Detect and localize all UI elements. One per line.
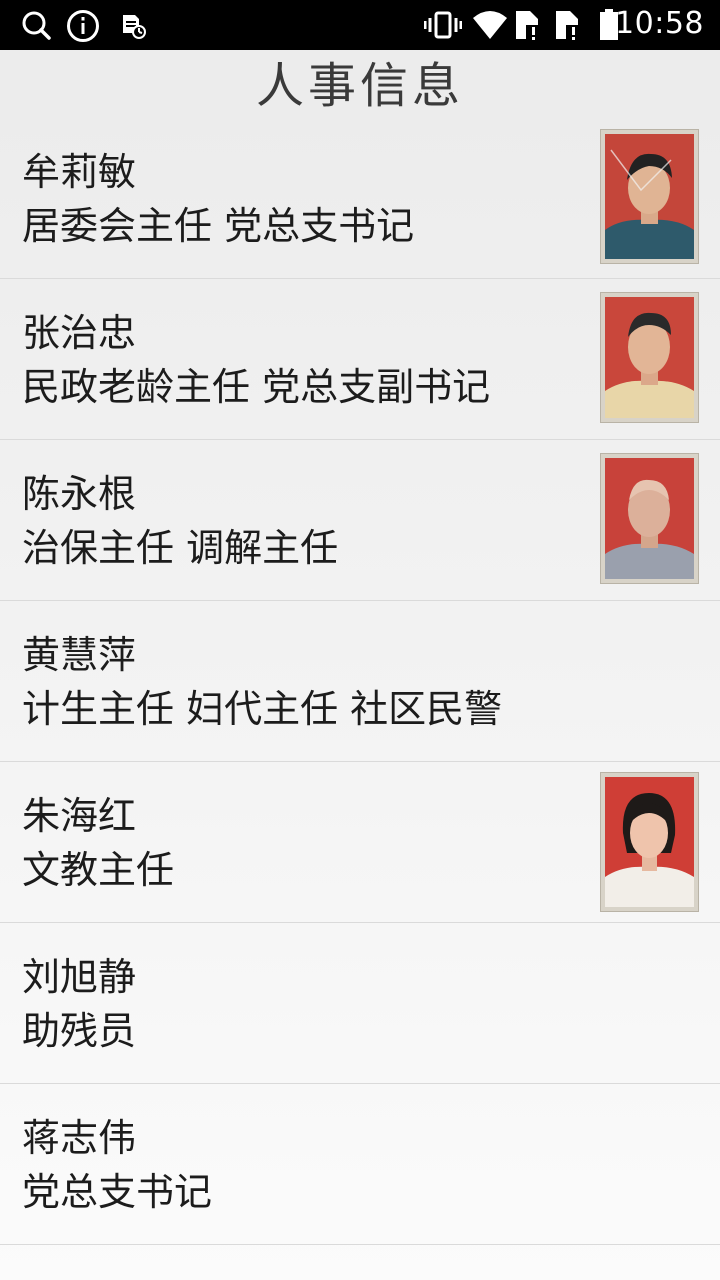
list-item[interactable]: 牟莉敏 居委会主任 党总支书记 <box>0 118 720 279</box>
person-photo <box>600 292 699 423</box>
person-role: 治保主任 调解主任 <box>22 526 339 570</box>
list-item[interactable]: 黄慧萍 计生主任 妇代主任 社区民警 <box>0 601 720 762</box>
person-role: 计生主任 妇代主任 社区民警 <box>22 687 503 731</box>
search-icon <box>20 9 52 45</box>
person-name: 蒋志伟 <box>22 1116 137 1160</box>
person-role: 党总支书记 <box>22 1170 213 1214</box>
info-icon <box>66 9 100 47</box>
person-name: 张治忠 <box>22 311 137 355</box>
status-bar: 10:58 <box>0 0 720 50</box>
person-name: 朱海红 <box>22 794 137 838</box>
list-item[interactable]: 刘旭静 助残员 <box>0 923 720 1084</box>
sd-card-icon <box>120 13 146 43</box>
person-name: 黄慧萍 <box>22 633 137 677</box>
person-name: 陈永根 <box>22 472 137 516</box>
list-item[interactable]: 蒋志伟 党总支书记 <box>0 1084 720 1245</box>
list-item[interactable]: 张治忠 民政老龄主任 党总支副书记 <box>0 279 720 440</box>
vibrate-icon <box>423 10 463 44</box>
wifi-icon <box>472 10 508 44</box>
personnel-list: 牟莉敏 居委会主任 党总支书记 张治忠 民政老龄主任 党总支副书记 陈永根 治保… <box>0 118 720 1245</box>
page-title: 人事信息 <box>255 58 464 114</box>
sim2-icon <box>552 9 584 47</box>
person-photo <box>600 129 699 264</box>
person-role: 民政老龄主任 党总支副书记 <box>22 365 491 409</box>
person-role: 助残员 <box>22 1009 137 1053</box>
list-item[interactable]: 朱海红 文教主任 <box>0 762 720 923</box>
list-item[interactable]: 陈永根 治保主任 调解主任 <box>0 440 720 601</box>
title-bar: 人事信息 <box>0 50 720 120</box>
person-photo <box>600 772 699 912</box>
sim1-icon <box>512 9 544 47</box>
person-role: 文教主任 <box>22 848 175 892</box>
clock: 10:58 <box>615 6 704 41</box>
person-name: 刘旭静 <box>22 955 137 999</box>
person-name: 牟莉敏 <box>22 150 137 194</box>
person-photo <box>600 453 699 584</box>
person-role: 居委会主任 党总支书记 <box>22 204 415 248</box>
